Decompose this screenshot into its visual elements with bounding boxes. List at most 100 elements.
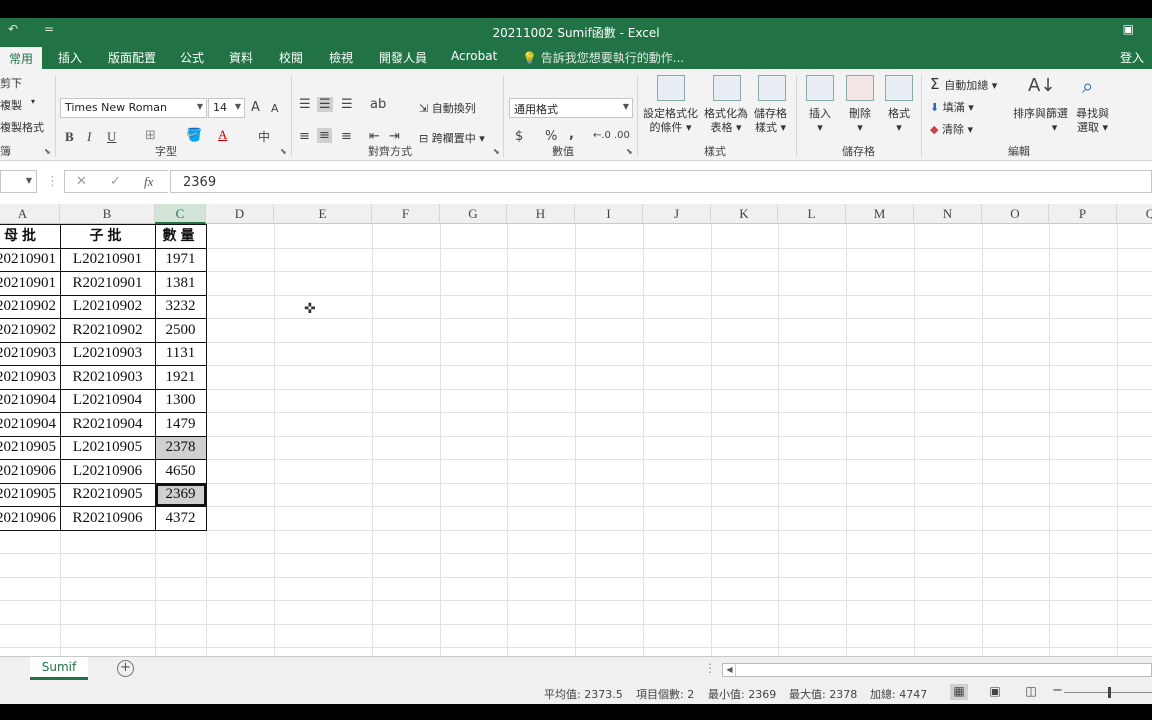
column-header-e[interactable]: E — [274, 204, 372, 224]
wrap-text-button[interactable]: ⇲ 自動換列 — [419, 100, 476, 116]
table-cell[interactable]: 1971 — [155, 248, 206, 272]
sheet-tab-sumif[interactable]: Sumif — [30, 657, 88, 680]
tell-me-search[interactable]: 💡 告訴我您想要執行的動作... — [522, 49, 684, 66]
table-cell[interactable]: R20210904 — [0, 389, 60, 413]
sort-filter-button[interactable]: 排序與篩選 ▾ — [1013, 107, 1068, 135]
zoom-out-icon[interactable]: − — [1052, 683, 1063, 698]
table-cell[interactable]: R20210905 — [0, 483, 60, 507]
currency-button[interactable]: $ — [515, 129, 523, 144]
table-header-cell[interactable]: 數量 — [155, 225, 206, 249]
more-icon[interactable]: ⋮ — [704, 661, 716, 675]
table-cell[interactable]: R20210901 — [0, 272, 60, 296]
table-cell[interactable]: L20210903 — [60, 342, 155, 366]
horizontal-scrollbar[interactable]: ◀ — [722, 663, 1152, 677]
increase-indent-icon[interactable]: ⇥ — [389, 129, 400, 144]
column-header-g[interactable]: G — [440, 204, 507, 224]
table-cell[interactable]: R20210901 — [0, 248, 60, 272]
align-top-icon[interactable]: ☰ — [299, 97, 311, 112]
column-header-i[interactable]: I — [575, 204, 643, 224]
merge-center-button[interactable]: ⊟ 跨欄置中 ▾ — [419, 130, 485, 146]
cancel-icon[interactable]: ✕ — [76, 174, 87, 189]
underline-button[interactable]: U — [107, 129, 116, 145]
orientation-icon[interactable]: ab — [370, 97, 386, 112]
insert-function-icon[interactable]: fx — [144, 174, 153, 190]
table-cell[interactable]: R20210905 — [60, 483, 155, 507]
add-sheet-button[interactable]: + — [117, 660, 134, 677]
align-bottom-icon[interactable]: ☰ — [341, 97, 353, 112]
table-cell[interactable]: 1381 — [155, 272, 206, 296]
table-cell[interactable]: R20210902 — [0, 295, 60, 319]
normal-view-icon[interactable]: ▦ — [950, 684, 968, 700]
tab-insert[interactable]: 插入 — [58, 49, 82, 66]
column-header-k[interactable]: K — [711, 204, 778, 224]
column-header-q[interactable]: Q — [1117, 204, 1152, 224]
tab-formulas[interactable]: 公式 — [180, 49, 204, 66]
table-cell[interactable]: R20210906 — [0, 507, 60, 531]
tab-view[interactable]: 檢視 — [329, 49, 353, 66]
table-cell[interactable]: L20210901 — [60, 248, 155, 272]
fill-button[interactable]: ⬇ 填滿 ▾ — [930, 99, 974, 115]
italic-button[interactable]: I — [87, 129, 91, 145]
table-cell[interactable]: R20210903 — [0, 366, 60, 390]
table-cell[interactable]: 1300 — [155, 389, 206, 413]
font-launcher-icon[interactable]: ⬊ — [280, 147, 287, 156]
column-header-l[interactable]: L — [778, 204, 846, 224]
column-header-b[interactable]: B — [60, 204, 155, 224]
align-right-icon[interactable]: ≡ — [341, 129, 352, 144]
table-cell[interactable]: R20210902 — [60, 319, 155, 343]
copy-dropdown-icon[interactable]: ▾ — [31, 97, 35, 106]
number-launcher-icon[interactable]: ⬊ — [626, 147, 633, 156]
cell-styles-button[interactable]: 儲存格 樣式 ▾ — [754, 107, 787, 135]
table-cell[interactable]: R20210901 — [60, 272, 155, 296]
font-size-dropdown[interactable]: 14 ▼ — [208, 98, 245, 118]
increase-decimal-icon[interactable]: ←.0 — [593, 130, 611, 141]
table-cell[interactable]: R20210906 — [0, 460, 60, 484]
fill-color-icon[interactable]: 🪣 — [186, 128, 202, 143]
column-header-n[interactable]: N — [914, 204, 982, 224]
format-as-table-button[interactable]: 格式化為 表格 ▾ — [704, 107, 748, 135]
table-cell[interactable]: 1921 — [155, 366, 206, 390]
phonetic-guide-icon[interactable]: 中 — [258, 128, 270, 145]
table-cell[interactable]: 2500 — [155, 319, 206, 343]
clipboard-launcher-icon[interactable]: ⬊ — [44, 147, 51, 156]
cut-button[interactable]: 剪下 — [0, 75, 22, 91]
column-header-j[interactable]: J — [643, 204, 711, 224]
column-header-p[interactable]: P — [1049, 204, 1117, 224]
table-cell[interactable]: R20210902 — [0, 319, 60, 343]
tab-home[interactable]: 常用 — [0, 47, 43, 69]
table-cell[interactable]: 4650 — [155, 460, 206, 484]
table-cell[interactable]: R20210903 — [0, 342, 60, 366]
shrink-font-icon[interactable]: A — [271, 102, 279, 115]
table-cell[interactable]: L20210905 — [60, 436, 155, 460]
enter-icon[interactable]: ✓ — [110, 174, 121, 189]
table-cell[interactable]: R20210904 — [0, 413, 60, 437]
column-header-a[interactable]: A — [0, 204, 60, 224]
format-cells-button[interactable]: 格式 ▾ — [888, 107, 910, 135]
table-cell[interactable]: L20210906 — [60, 460, 155, 484]
decrease-decimal-icon[interactable]: .00 — [614, 130, 630, 141]
tab-page-layout[interactable]: 版面配置 — [108, 49, 156, 66]
alignment-launcher-icon[interactable]: ⬊ — [493, 147, 500, 156]
restore-icon[interactable]: ▣ — [1123, 22, 1134, 36]
column-header-c[interactable]: C — [155, 204, 206, 224]
table-cell[interactable]: R20210906 — [60, 507, 155, 531]
number-format-dropdown[interactable]: 通用格式 ▼ — [509, 98, 633, 118]
borders-icon[interactable]: ⊞ — [145, 128, 156, 143]
decrease-indent-icon[interactable]: ⇤ — [369, 129, 380, 144]
column-header-h[interactable]: H — [507, 204, 575, 224]
table-cell[interactable]: R20210905 — [0, 436, 60, 460]
tab-data[interactable]: 資料 — [229, 49, 253, 66]
column-header-o[interactable]: O — [982, 204, 1049, 224]
tab-acrobat[interactable]: Acrobat — [451, 49, 497, 63]
grow-font-icon[interactable]: A — [251, 100, 260, 115]
name-box[interactable]: ▼ — [0, 170, 37, 193]
column-header-m[interactable]: M — [846, 204, 914, 224]
copy-button[interactable]: 複製 — [0, 97, 22, 113]
scroll-left-icon[interactable]: ◀ — [724, 664, 736, 676]
column-header-f[interactable]: F — [372, 204, 440, 224]
table-cell[interactable]: R20210904 — [60, 413, 155, 437]
align-left-icon[interactable]: ≡ — [299, 129, 310, 144]
page-layout-view-icon[interactable]: ▣ — [986, 684, 1004, 700]
table-cell[interactable]: 3232 — [155, 295, 206, 319]
table-cell[interactable]: 1131 — [155, 342, 206, 366]
